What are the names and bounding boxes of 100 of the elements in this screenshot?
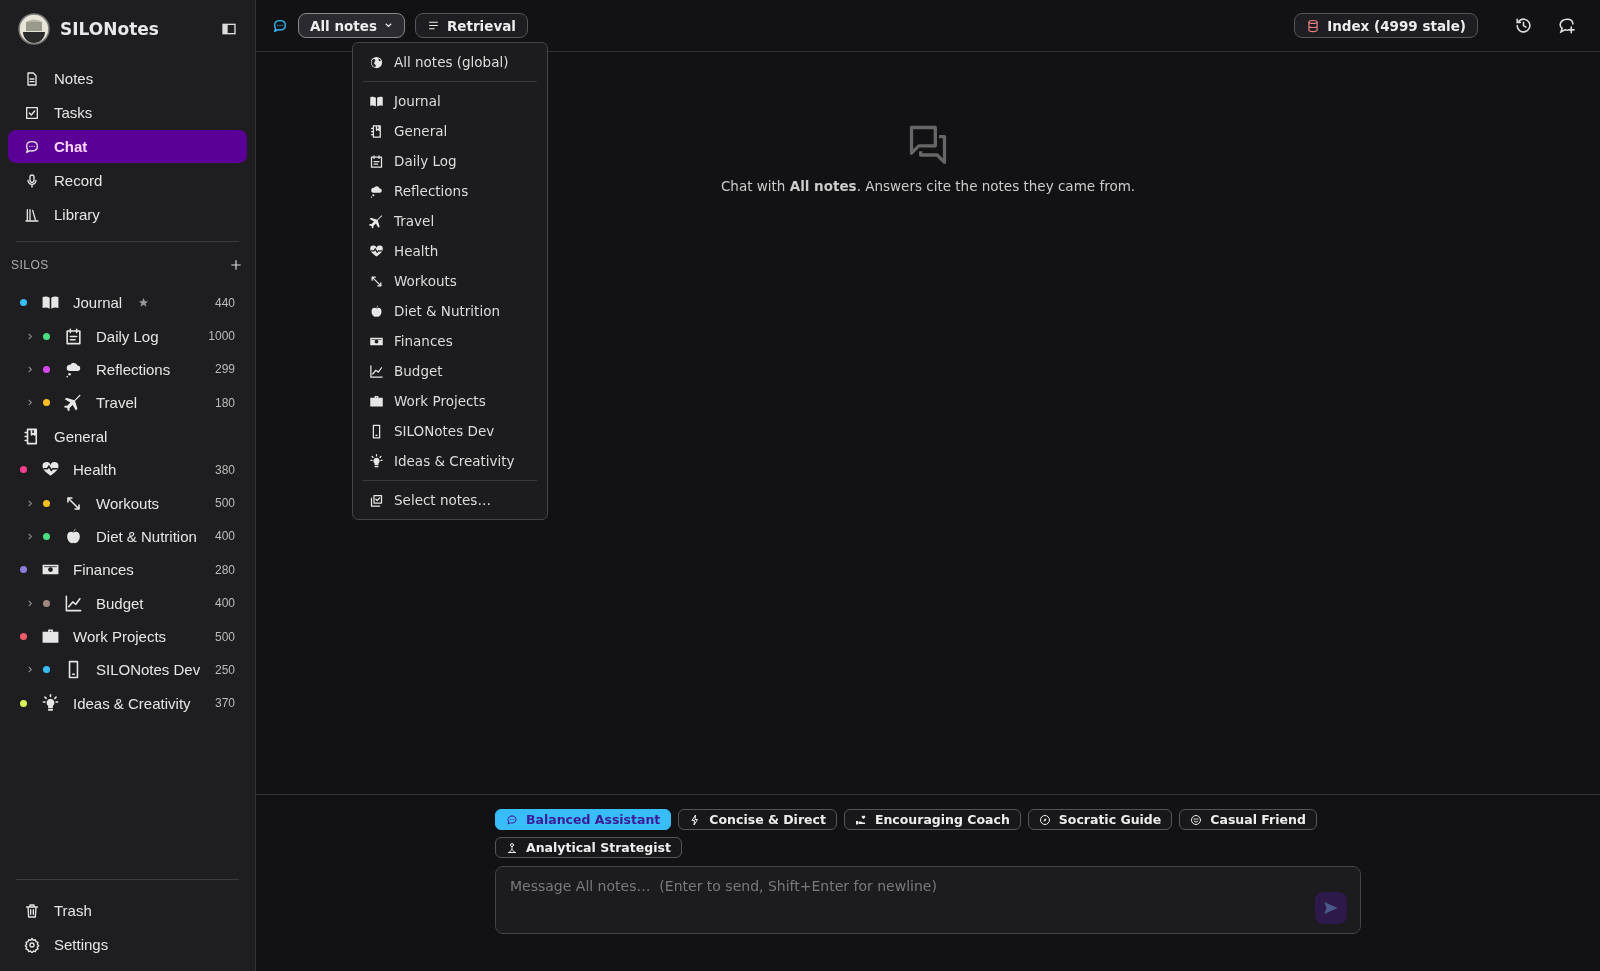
person-icon	[506, 841, 518, 854]
silo-name: Daily Log	[96, 327, 159, 345]
chevron-icon[interactable]	[26, 531, 35, 541]
chevron-icon[interactable]	[26, 498, 35, 508]
calendar-icon	[64, 326, 83, 346]
persona-chip[interactable]: Encouraging Coach	[843, 809, 1021, 830]
airplane-icon	[64, 393, 83, 413]
silo-item[interactable]: Work Projects 500	[8, 619, 247, 654]
menu-item[interactable]: All notes (global)	[363, 47, 537, 77]
briefcase-icon	[369, 393, 384, 409]
add-icon[interactable]	[229, 258, 243, 272]
trash-icon	[24, 902, 40, 919]
nav-item[interactable]: Library	[8, 198, 247, 231]
chevron-down-icon	[383, 21, 393, 30]
calendar-icon	[369, 153, 384, 169]
persona-chip[interactable]: Balanced Assistant	[495, 809, 672, 830]
note-count: 400	[214, 529, 235, 544]
note-count: 1000	[208, 329, 235, 344]
chat-bubble-icon	[272, 17, 288, 34]
chevron-icon[interactable]	[26, 398, 35, 408]
nav-item[interactable]: Notes	[8, 62, 247, 95]
silo-name: Health	[73, 461, 117, 479]
diagonal-arrows-icon	[369, 273, 384, 289]
database-icon	[1306, 18, 1321, 33]
persona-chip[interactable]: Socratic Guide	[1027, 809, 1173, 830]
nav-item[interactable]: Record	[8, 164, 247, 197]
logo-icon	[18, 13, 50, 45]
chevron-icon[interactable]	[26, 665, 35, 675]
menu-item[interactable]: Journal	[363, 86, 537, 116]
chevron-icon[interactable]	[26, 598, 35, 608]
silo-item[interactable]: Workouts 500	[8, 486, 247, 520]
nav-item[interactable]: Trash	[8, 894, 247, 927]
silo-item[interactable]: Ideas & Creativity 370	[8, 686, 247, 721]
note-count: 280	[214, 562, 235, 577]
silo-item[interactable]: General	[8, 419, 247, 453]
nav-item[interactable]: Settings	[8, 928, 247, 961]
note-count: 299	[214, 362, 235, 377]
silo-name: Diet & Nutrition	[96, 527, 197, 545]
silo-item[interactable]: Journal 440	[8, 286, 247, 320]
menu-item[interactable]: Health	[363, 236, 537, 266]
hand-heart-icon	[854, 813, 867, 826]
silo-name: General	[54, 427, 108, 445]
persona-chip[interactable]: Analytical Strategist	[495, 837, 682, 858]
checkbox-icon	[24, 104, 40, 121]
silo-item[interactable]: Budget 400	[8, 586, 247, 620]
notebook-icon	[369, 123, 384, 139]
menu-item[interactable]: Travel	[363, 206, 537, 236]
microphone-icon	[24, 172, 40, 189]
thought-cloud-icon	[369, 183, 384, 199]
mode-button[interactable]: Retrieval	[414, 13, 528, 38]
menu-item[interactable]: Budget	[363, 356, 537, 386]
silo-item[interactable]: Finances 280	[8, 553, 247, 587]
books-icon	[24, 206, 40, 223]
menu-item[interactable]: Work Projects	[363, 386, 537, 416]
menu-item[interactable]: General	[363, 116, 537, 146]
light-bulb-icon	[41, 693, 60, 713]
silo-name: Ideas & Creativity	[73, 694, 191, 712]
menu-item[interactable]: Workouts	[363, 266, 537, 296]
line-chart-icon	[369, 363, 384, 379]
chat-bubble-icon	[24, 138, 40, 155]
silo-name: Finances	[73, 561, 134, 579]
menu-item[interactable]: Select notes…	[363, 485, 537, 515]
chevron-icon[interactable]	[26, 364, 35, 374]
light-bulb-icon	[369, 453, 384, 469]
line-chart-icon	[64, 593, 83, 613]
menu-item[interactable]: Diet & Nutrition	[363, 296, 537, 326]
nav-item[interactable]: Chat	[8, 130, 247, 163]
silo-name: Travel	[96, 394, 138, 412]
menu-item[interactable]: Reflections	[363, 176, 537, 206]
note-count: 370	[214, 696, 235, 711]
scope-dropdown[interactable]: All notes	[298, 13, 405, 38]
note-count: 250	[214, 663, 235, 677]
send-icon	[1322, 899, 1340, 917]
persona-chip[interactable]: Concise & Direct	[678, 809, 837, 830]
menu-item[interactable]: Daily Log	[363, 146, 537, 176]
persona-chip[interactable]: Casual Friend	[1179, 809, 1317, 830]
apple-icon	[369, 303, 384, 319]
silo-name: Budget	[96, 594, 144, 612]
silo-item[interactable]: Reflections 299	[8, 352, 247, 387]
new-chat-icon[interactable]	[1557, 16, 1576, 35]
menu-item[interactable]: SILONotes Dev	[363, 416, 537, 446]
smiley-icon	[1190, 813, 1203, 826]
chevron-icon[interactable]	[26, 331, 35, 341]
sidebar-toggle-icon[interactable]	[221, 21, 237, 37]
note-count: 500	[214, 496, 235, 511]
silo-item[interactable]: Health 380	[8, 452, 247, 487]
silo-item[interactable]: SILONotes Dev 250	[8, 653, 247, 687]
silo-item[interactable]: Daily Log 1000	[8, 319, 247, 353]
silo-item[interactable]: Travel 180	[8, 386, 247, 420]
history-icon[interactable]	[1514, 16, 1533, 35]
settings-icon	[24, 936, 40, 953]
silo-name: SILONotes Dev	[96, 661, 201, 679]
nav-item[interactable]: Tasks	[8, 96, 247, 129]
silo-item[interactable]: Diet & Nutrition 400	[8, 519, 247, 554]
index-status-button[interactable]: Index (4999 stale)	[1294, 13, 1478, 38]
menu-item[interactable]: Finances	[363, 326, 537, 356]
menu-item[interactable]: Ideas & Creativity	[363, 446, 537, 476]
note-count: 180	[214, 395, 235, 410]
airplane-icon	[369, 213, 384, 229]
message-field[interactable]: Message All notes… (Enter to send, Shift+Enter for newline)	[495, 866, 1361, 934]
